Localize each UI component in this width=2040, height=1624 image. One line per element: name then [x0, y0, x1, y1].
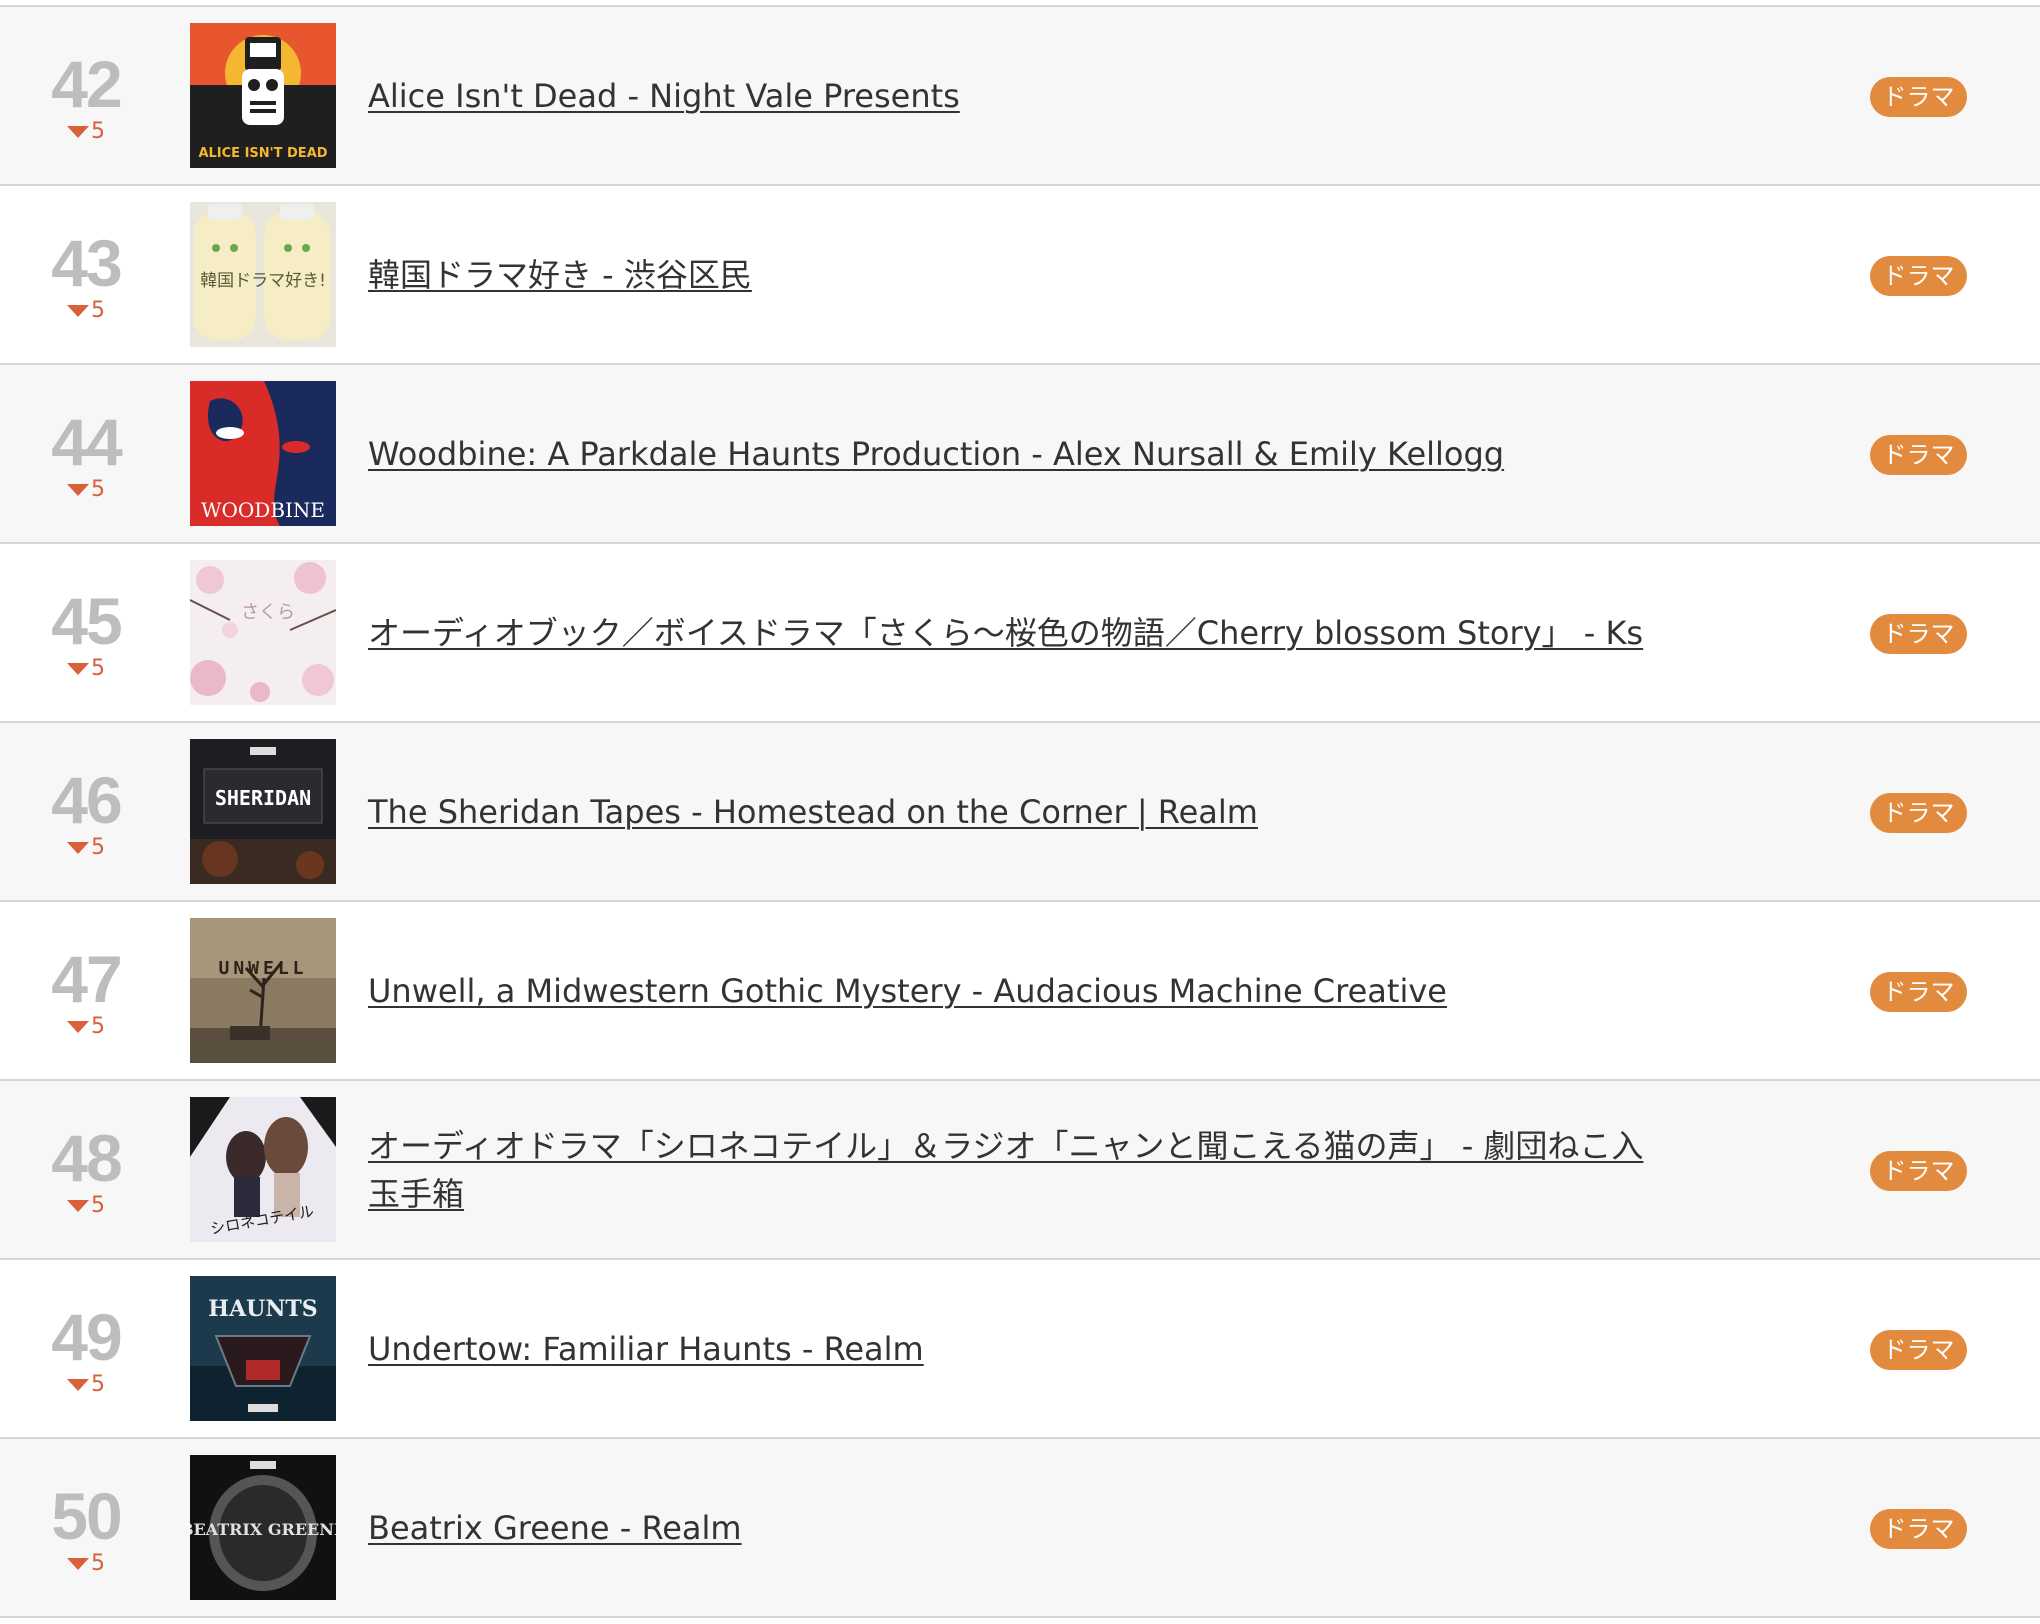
- genre-badge[interactable]: ドラマ: [1870, 256, 1967, 296]
- genre-badge[interactable]: ドラマ: [1870, 435, 1967, 475]
- rank-change-value: 5: [91, 119, 105, 144]
- podcast-title-link[interactable]: Woodbine: A Parkdale Haunts Production -…: [368, 430, 1504, 478]
- list-top-divider: [0, 0, 2040, 7]
- rank-block: 50 5: [36, 1483, 136, 1575]
- podcast-title-link[interactable]: 韓国ドラマ好き - 渋谷区民: [368, 251, 752, 299]
- rank-block: 42 5: [36, 51, 136, 143]
- rank-block: 49 5: [36, 1304, 136, 1396]
- podcast-artwork[interactable]: BEATRIX GREENE: [190, 1455, 336, 1600]
- down-arrow-icon: [67, 663, 89, 675]
- podcast-title-link[interactable]: オーディオブック／ボイスドラマ「さくら〜桜色の物語／Cherry blossom…: [368, 609, 1643, 657]
- rank-number: 50: [51, 1479, 122, 1553]
- ranking-row: 43 5 韓国ドラマ好き! 韓国ドラマ好き - 渋谷区民 ドラマ: [0, 186, 2040, 365]
- ranking-row: 47 5 UNWELL Unwell, a Midwestern Gothic …: [0, 902, 2040, 1081]
- genre-badge[interactable]: ドラマ: [1870, 1509, 1967, 1549]
- genre-badge[interactable]: ドラマ: [1870, 1151, 1967, 1191]
- ranking-row: 45 5 さくら オーディオブック／ボイスドラマ「さくら〜桜色の物語／Cherr…: [0, 544, 2040, 723]
- rank-block: 43 5: [36, 230, 136, 322]
- rank-change: 5: [36, 1016, 136, 1038]
- artwork-text: BEATRIX GREENE: [190, 1520, 336, 1539]
- down-arrow-icon: [67, 126, 89, 138]
- rank-change: 5: [36, 1374, 136, 1396]
- rank-change: 5: [36, 1553, 136, 1575]
- podcast-title-link[interactable]: The Sheridan Tapes - Homestead on the Co…: [368, 788, 1258, 836]
- rank-change: 5: [36, 300, 136, 322]
- down-arrow-icon: [67, 1200, 89, 1212]
- podcast-title-link[interactable]: Undertow: Familiar Haunts - Realm: [368, 1325, 924, 1373]
- rank-block: 47 5: [36, 946, 136, 1038]
- podcast-title-link[interactable]: Beatrix Greene - Realm: [368, 1504, 742, 1552]
- podcast-artwork[interactable]: UNWELL: [190, 918, 336, 1063]
- genre-badge[interactable]: ドラマ: [1870, 614, 1967, 654]
- rank-number: 45: [51, 584, 122, 658]
- rank-change: 5: [36, 1195, 136, 1217]
- rank-change-value: 5: [91, 1372, 105, 1397]
- ranking-row: 42 5 ALICE ISN'T DEAD Alice Isn't Dead -…: [0, 7, 2040, 186]
- rank-change: 5: [36, 658, 136, 680]
- artwork-text: HAUNTS: [208, 1296, 317, 1322]
- podcast-title-link[interactable]: オーディオドラマ「シロネコテイル」＆ラジオ「ニャンと聞こえる猫の声」 - 劇団ね…: [368, 1122, 1658, 1218]
- artwork-text: SHERIDAN: [215, 786, 311, 810]
- podcast-artwork[interactable]: 韓国ドラマ好き!: [190, 202, 336, 347]
- rank-change-value: 5: [91, 477, 105, 502]
- artwork-text: WOODBINE: [201, 498, 325, 522]
- ranking-row: 50 5 BEATRIX GREENE Beatrix Greene - Rea…: [0, 1439, 2040, 1618]
- rank-block: 48 5: [36, 1125, 136, 1217]
- rank-number: 49: [51, 1300, 122, 1374]
- down-arrow-icon: [67, 1021, 89, 1033]
- ranking-row: 46 5 SHERIDAN The Sheridan Tapes - Homes…: [0, 723, 2040, 902]
- rank-block: 44 5: [36, 409, 136, 501]
- rank-change: 5: [36, 121, 136, 143]
- ranking-row: 44 5 WOODBINE Woodbine: A Parkdale Haunt…: [0, 365, 2040, 544]
- ranking-row: 49 5 HAUNTS Undertow: Familiar Haunts - …: [0, 1260, 2040, 1439]
- down-arrow-icon: [67, 484, 89, 496]
- rank-change-value: 5: [91, 1551, 105, 1576]
- rank-change: 5: [36, 479, 136, 501]
- podcast-title-link[interactable]: Alice Isn't Dead - Night Vale Presents: [368, 72, 960, 120]
- podcast-artwork[interactable]: HAUNTS: [190, 1276, 336, 1421]
- podcast-title-link[interactable]: Unwell, a Midwestern Gothic Mystery - Au…: [368, 967, 1447, 1015]
- genre-badge[interactable]: ドラマ: [1870, 1330, 1967, 1370]
- podcast-artwork[interactable]: SHERIDAN: [190, 739, 336, 884]
- rank-change-value: 5: [91, 298, 105, 323]
- artwork-text: さくら: [241, 602, 295, 623]
- rank-number: 44: [51, 405, 122, 479]
- podcast-ranking-list: 42 5 ALICE ISN'T DEAD Alice Isn't Dead -…: [0, 0, 2040, 1618]
- rank-change-value: 5: [91, 656, 105, 681]
- rank-change: 5: [36, 837, 136, 859]
- rank-block: 46 5: [36, 767, 136, 859]
- podcast-artwork[interactable]: シロネコテイル: [190, 1097, 336, 1242]
- rank-change-value: 5: [91, 1193, 105, 1218]
- genre-badge[interactable]: ドラマ: [1870, 793, 1967, 833]
- artwork-text: UNWELL: [218, 958, 307, 979]
- rank-block: 45 5: [36, 588, 136, 680]
- podcast-artwork[interactable]: ALICE ISN'T DEAD: [190, 23, 336, 168]
- rank-change-value: 5: [91, 1014, 105, 1039]
- down-arrow-icon: [67, 1379, 89, 1391]
- genre-badge[interactable]: ドラマ: [1870, 77, 1967, 117]
- down-arrow-icon: [67, 1558, 89, 1570]
- ranking-row: 48 5 シロネコテイル オーディオドラマ「シロネコテイル」＆ラジオ「ニャンと聞…: [0, 1081, 2040, 1260]
- podcast-artwork[interactable]: WOODBINE: [190, 381, 336, 526]
- rank-number: 46: [51, 763, 122, 837]
- genre-badge[interactable]: ドラマ: [1870, 972, 1967, 1012]
- artwork-text: ALICE ISN'T DEAD: [198, 146, 327, 161]
- rank-number: 48: [51, 1121, 122, 1195]
- artwork-text: 韓国ドラマ好き!: [200, 271, 326, 291]
- rank-number: 43: [51, 226, 122, 300]
- rank-number: 47: [51, 942, 122, 1016]
- rank-change-value: 5: [91, 835, 105, 860]
- down-arrow-icon: [67, 842, 89, 854]
- podcast-artwork[interactable]: さくら: [190, 560, 336, 705]
- rank-number: 42: [51, 47, 122, 121]
- down-arrow-icon: [67, 305, 89, 317]
